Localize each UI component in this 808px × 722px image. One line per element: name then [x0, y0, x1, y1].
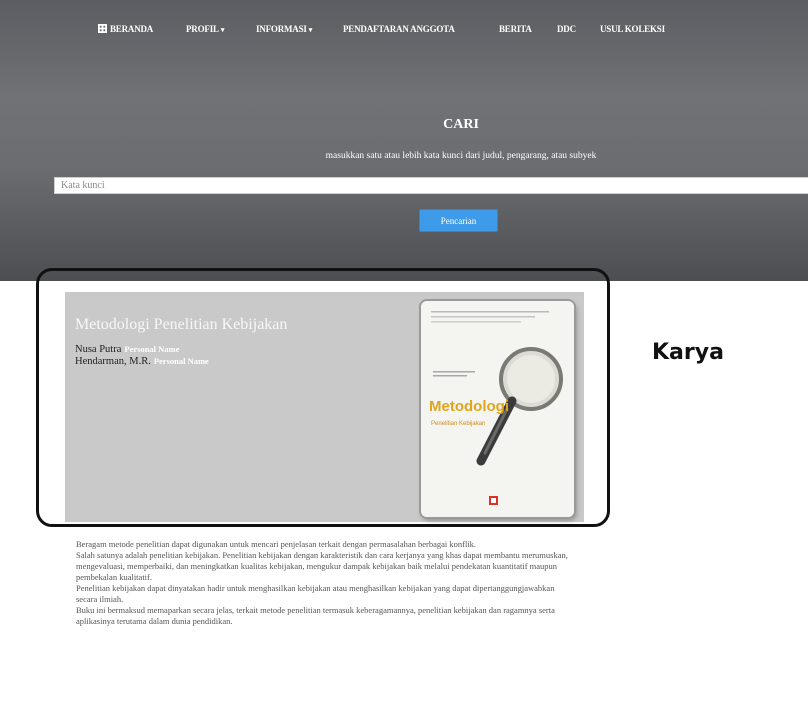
- nav-item-profil[interactable]: PROFIL ▾: [186, 24, 224, 34]
- nav-label-informasi: INFORMASI: [256, 24, 307, 34]
- search-subtitle: masukkan satu atau lebih kata kunci dari…: [325, 151, 597, 161]
- nav-label-ddc: DDC: [557, 24, 576, 34]
- hero-banner: BERANDA PROFIL ▾ INFORMASI ▾ PENDAFTARAN A…: [0, 0, 808, 281]
- nav-item-informasi[interactable]: INFORMASI ▾: [256, 24, 312, 34]
- author-role: Personal Name: [124, 344, 180, 354]
- nav-item-usul-koleksi[interactable]: USUL KOLEKSI: [600, 24, 665, 34]
- book-description: Beragam metode penelitian dapat digunaka…: [76, 539, 576, 627]
- nav-label-profil: PROFIL: [186, 24, 219, 34]
- book-card: Metodologi Penelitian Kebijakan Nusa Put…: [65, 292, 584, 522]
- nav-item-pendaftaran-anggota[interactable]: PENDAFTARAN ANGGOTA: [343, 24, 455, 34]
- author-name[interactable]: Hendarman, M.R.: [75, 356, 151, 367]
- nav-item-beranda[interactable]: BERANDA: [98, 24, 153, 34]
- nav-label-berita: BERITA: [499, 24, 532, 34]
- description-paragraph: Penelitian kebijakan dapat dinyatakan ha…: [76, 583, 555, 604]
- author-name[interactable]: Nusa Putra: [75, 344, 121, 355]
- chevron-down-icon: ▾: [220, 26, 225, 34]
- cover-title: Metodologi: [429, 398, 509, 415]
- book-cover-art: Metodologi Penelitian Kebijakan: [421, 301, 574, 517]
- chevron-down-icon: ▾: [308, 26, 313, 34]
- author-role: Personal Name: [153, 356, 209, 366]
- main-navigation: BERANDA PROFIL ▾ INFORMASI ▾ PENDAFTARAN A…: [0, 24, 808, 38]
- description-paragraph: Beragam metode penelitian dapat digunaka…: [76, 539, 477, 549]
- cover-subtitle: Penelitian Kebijakan: [431, 421, 485, 427]
- nav-label-beranda: BERANDA: [110, 24, 154, 34]
- nav-label-usul-koleksi: USUL KOLEKSI: [600, 24, 665, 34]
- nav-item-ddc[interactable]: DDC: [557, 24, 576, 34]
- description-paragraph: Salah satunya adalah penelitian kebijaka…: [76, 550, 568, 582]
- description-paragraph: Buku ini bermaksud memaparkan secara jel…: [76, 605, 555, 626]
- book-cover-image: Metodologi Penelitian Kebijakan: [421, 301, 574, 517]
- search-button[interactable]: Pencarian: [419, 209, 498, 232]
- home-icon: [98, 24, 107, 33]
- author-entry: Nusa Putra Personal Name: [75, 344, 179, 355]
- search-input[interactable]: [54, 177, 808, 194]
- book-title: Metodologi Penelitian Kebijakan: [75, 316, 288, 333]
- nav-item-berita[interactable]: BERITA: [499, 24, 532, 34]
- nav-label-pendaftaran-anggota: PENDAFTARAN ANGGOTA: [343, 24, 455, 34]
- author-entry: Hendarman, M.R. Personal Name: [75, 356, 209, 367]
- annotation-label: Karya: [652, 340, 724, 365]
- search-title: CARI: [443, 117, 479, 132]
